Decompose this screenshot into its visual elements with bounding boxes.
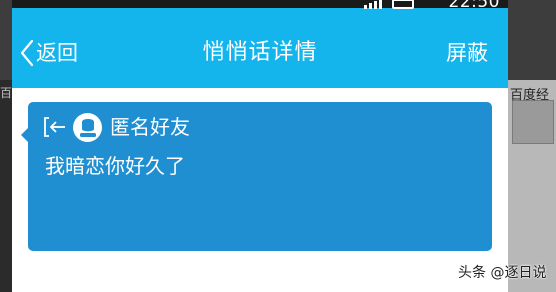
status-icons xyxy=(364,0,414,9)
battery-icon xyxy=(392,0,414,9)
message-detail: 匿名好友 我暗恋你好久了 xyxy=(12,88,508,292)
message-bubble: 匿名好友 我暗恋你好久了 xyxy=(21,102,492,251)
background-left-strip xyxy=(0,80,12,292)
exit-arrow-icon[interactable] xyxy=(43,116,67,138)
signal-icon xyxy=(364,0,382,9)
avatar[interactable] xyxy=(73,112,102,142)
block-button[interactable]: 屏蔽 xyxy=(446,35,488,71)
status-time: 22:50 xyxy=(448,0,500,12)
background-panel xyxy=(512,100,554,144)
page-title: 悄悄话详情 xyxy=(202,40,318,65)
anonymous-person-icon xyxy=(79,119,96,137)
sender-name: 匿名好友 xyxy=(110,115,190,139)
phone-screen: 22:50 返回 悄悄话详情 屏蔽 匿名好友 我暗恋你好久了 xyxy=(12,0,508,292)
background-right-text: 百度经 xyxy=(510,88,550,103)
bubble-tail xyxy=(21,128,28,142)
sender-row: 匿名好友 xyxy=(43,111,190,143)
message-text: 我暗恋你好久了 xyxy=(45,154,185,178)
watermark: 头条 @逐日说 xyxy=(458,265,547,281)
status-bar: 22:50 xyxy=(12,0,508,18)
status-bar-top xyxy=(12,0,508,8)
screen: 百 百度经 22:50 返回 悄悄话详情 屏蔽 匿名好友 我暗恋你好久了 头条 … xyxy=(0,0,556,292)
nav-bar: 返回 悄悄话详情 屏蔽 xyxy=(12,18,508,88)
background-left-text: 百 xyxy=(0,86,13,100)
background-right-strip xyxy=(508,80,556,292)
